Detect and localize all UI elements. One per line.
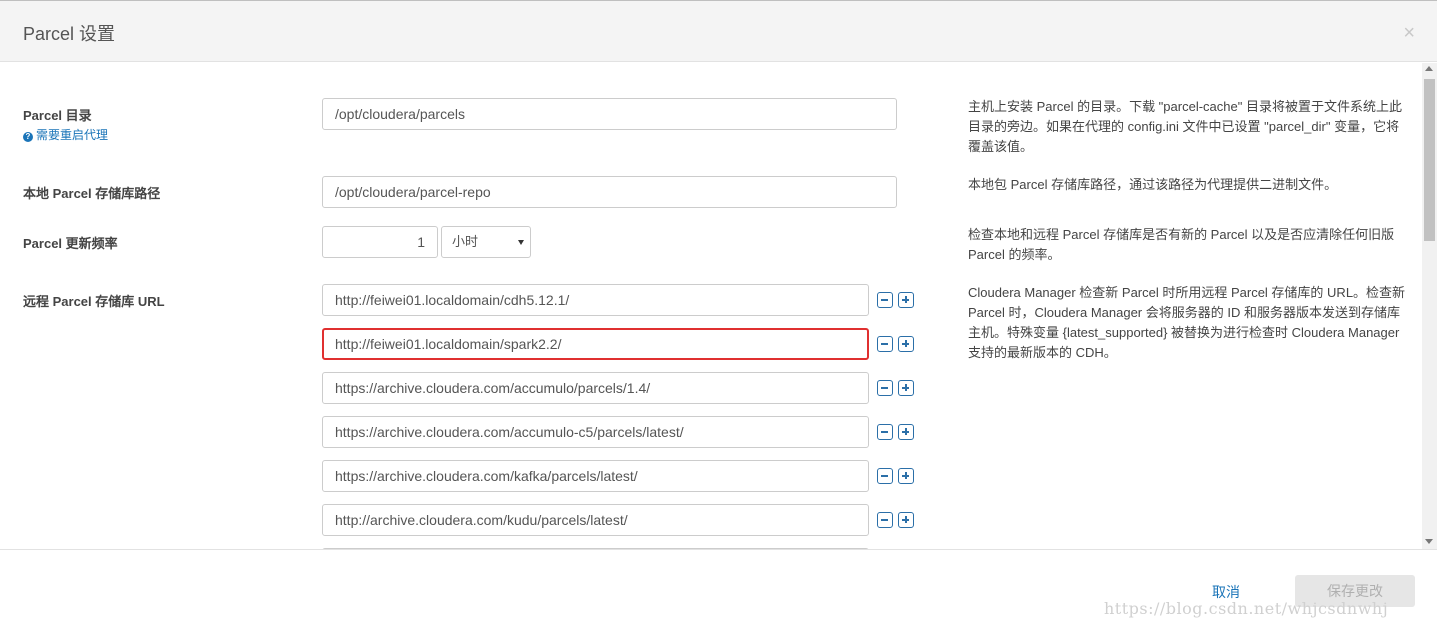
remove-url-icon[interactable] <box>877 292 893 308</box>
caret-down-icon <box>518 240 524 245</box>
add-url-icon[interactable] <box>898 380 914 396</box>
body-scrollbar[interactable] <box>1422 63 1437 549</box>
remove-url-icon[interactable] <box>877 380 893 396</box>
dialog-body: Parcel 目录 ? 需要重启代理 /opt/cloudera/parcels … <box>0 63 1422 549</box>
local-repo-description: 本地包 Parcel 存储库路径，通过该路径为代理提供二进制文件。 <box>968 177 1338 192</box>
add-url-icon[interactable] <box>898 336 914 352</box>
update-freq-unit-select[interactable]: 小时 <box>441 226 531 258</box>
update-freq-description: 检查本地和远程 Parcel 存储库是否有新的 Parcel 以及是否应清除任何… <box>968 227 1395 262</box>
remote-url-input[interactable]: https://archive.cloudera.com/kafka/parce… <box>322 460 869 492</box>
question-icon: ? <box>23 132 33 142</box>
parcel-dir-input[interactable]: /opt/cloudera/parcels <box>322 98 897 130</box>
parcel-settings-dialog: Parcel 设置 × Parcel 目录 ? 需要重启代理 /opt/cloud… <box>0 0 1437 629</box>
dialog-footer: 取消 保存更改 https://blog.csdn.net/whjcsdnwhj <box>0 549 1437 629</box>
remote-urls-description: Cloudera Manager 检查新 Parcel 时所用远程 Parcel… <box>968 285 1406 360</box>
close-icon[interactable]: × <box>1403 23 1415 43</box>
update-freq-label: Parcel 更新频率 <box>23 236 118 251</box>
remote-url-input[interactable]: https://archive.cloudera.com/accumulo-c5… <box>322 416 869 448</box>
remote-url-input[interactable]: http://feiwei01.localdomain/cdh5.12.1/ <box>322 284 869 316</box>
remote-url-input[interactable]: https://archive.cloudera.com/accumulo/pa… <box>322 372 869 404</box>
local-repo-label: 本地 Parcel 存储库路径 <box>23 186 161 201</box>
remove-url-icon[interactable] <box>877 336 893 352</box>
scroll-thumb[interactable] <box>1424 79 1435 241</box>
update-freq-input[interactable]: 1 <box>322 226 438 258</box>
remove-url-icon[interactable] <box>877 468 893 484</box>
local-repo-input[interactable]: /opt/cloudera/parcel-repo <box>322 176 897 208</box>
watermark-text: https://blog.csdn.net/whjcsdnwhj <box>1104 599 1389 618</box>
remove-url-icon[interactable] <box>877 512 893 528</box>
update-freq-unit-value: 小时 <box>452 234 479 249</box>
restart-agent-note-text: 需要重启代理 <box>36 128 109 142</box>
scroll-up-icon[interactable] <box>1425 66 1433 71</box>
restart-agent-note[interactable]: ? 需要重启代理 <box>23 126 108 143</box>
parcel-dir-description: 主机上安装 Parcel 的目录。下载 "parcel-cache" 目录将被置… <box>968 99 1402 154</box>
remote-url-input[interactable]: http://archive.cloudera.com/kudu/parcels… <box>322 504 869 536</box>
add-url-icon[interactable] <box>898 292 914 308</box>
parcel-dir-label: Parcel 目录 <box>23 108 92 123</box>
dialog-title: Parcel 设置 <box>23 24 116 44</box>
add-url-icon[interactable] <box>898 424 914 440</box>
add-url-icon[interactable] <box>898 468 914 484</box>
scroll-down-icon[interactable] <box>1425 539 1433 544</box>
remote-urls-label: 远程 Parcel 存储库 URL <box>23 294 165 309</box>
remote-url-input[interactable]: http://feiwei01.localdomain/spark2.2/ <box>322 328 869 360</box>
remove-url-icon[interactable] <box>877 424 893 440</box>
dialog-header: Parcel 设置 × <box>0 0 1437 62</box>
add-url-icon[interactable] <box>898 512 914 528</box>
